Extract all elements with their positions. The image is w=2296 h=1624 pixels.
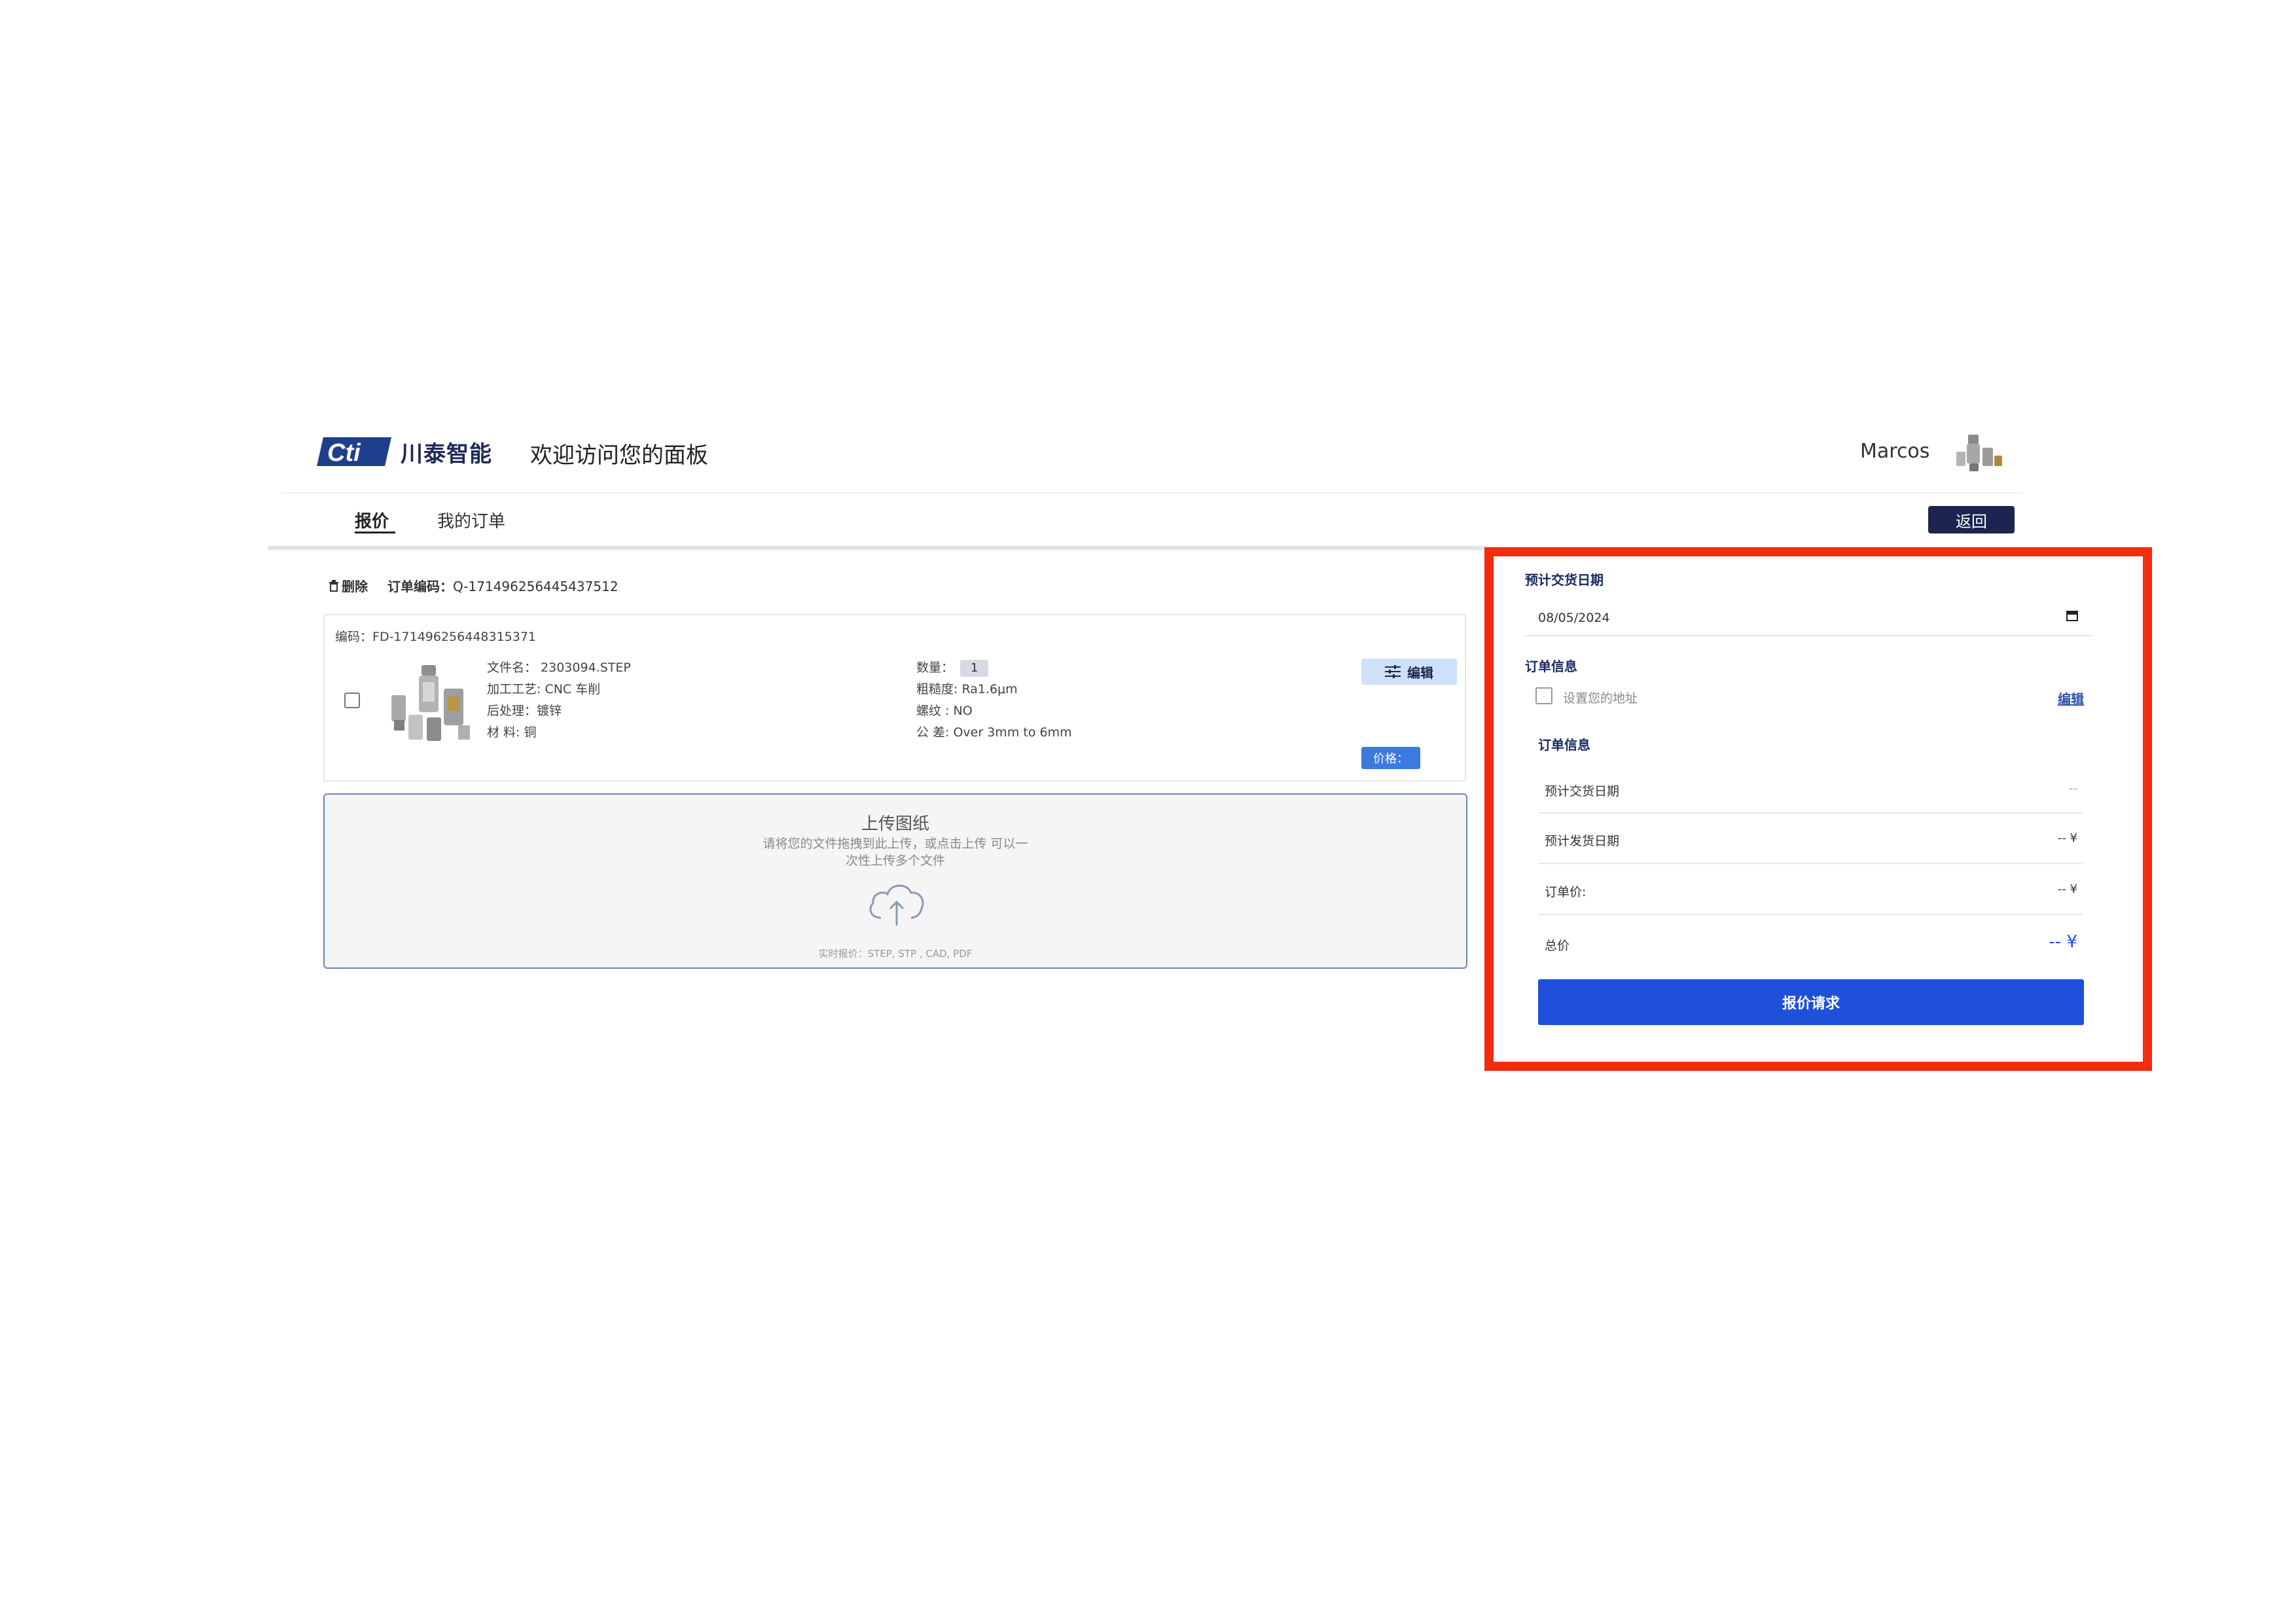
part-code-value: FD-171496256448315371 [372,630,537,644]
part-specs-right: 数量： 1 粗糙度: Ra1.6μm 螺纹 : NO 公 差: Over 3mm … [916,657,1072,744]
process: 加工工艺: CNC 车削 [487,682,601,696]
order-code-value: Q-171496256445437512 [453,579,619,594]
avatar[interactable] [1954,433,2006,473]
welcome-title: 欢迎访问您的面板 [530,442,708,469]
tolerance: 公 差: Over 3mm to 6mm [916,725,1072,740]
brand-logo: Cti 川泰智能 [314,432,517,471]
material: 材 料: 铜 [487,725,537,740]
part-select-checkbox[interactable] [344,693,360,708]
tab-quote[interactable]: 报价 [355,508,389,532]
user-name[interactable]: Marcos [1860,440,1929,463]
summary-divider [1538,863,2083,864]
part-code: 编码：FD-171496256448315371 [335,627,536,645]
quantity-label: 数量： [916,660,954,675]
part-code-label: 编码： [335,630,373,644]
address-label: 设置您的地址 [1563,691,1638,706]
delete-label: 删除 [342,579,368,594]
delivery-date-input[interactable] [1525,600,2092,636]
back-button[interactable]: 返回 [1928,506,2015,533]
summary-divider [1538,914,2083,915]
svg-text:Cti: Cti [327,439,361,467]
part-specs-left: 文件名： 2303094.STEP 加工工艺: CNC 车削 后处理：镀锌 材 … [487,657,631,744]
file-name: 文件名： 2303094.STEP [487,660,631,675]
request-quote-button[interactable]: 报价请求 [1538,979,2084,1025]
unit-price-label: 订单价: [1545,885,1587,899]
address-checkbox[interactable] [1535,687,1552,704]
delivery-date-label: 预计交货日期 [1525,572,1604,588]
header-divider [281,492,2022,494]
summary-label: 订单信息 [1538,737,1590,753]
delete-button[interactable]: 删除 [329,576,368,595]
part-thumbnail [391,665,470,741]
order-info-label: 订单信息 [1525,659,1577,674]
summary-divider [1538,812,2083,814]
cti-logo-icon: Cti [317,437,391,467]
post-process: 后处理：镀锌 [487,704,562,718]
trash-icon [329,579,338,592]
unit-price-value: -- ¥ [2057,882,2077,896]
upload-hint-line1: 请将您的文件拖拽到此上传，或点击上传 可以一 [762,837,1028,851]
upload-hint: 请将您的文件拖拽到此上传，或点击上传 可以一 次性上传多个文件 [323,835,1467,869]
sliders-icon [1385,665,1401,678]
cloud-upload-icon[interactable] [865,877,928,928]
quantity-value[interactable]: 1 [960,660,989,677]
roughness: 粗糙度: Ra1.6μm [916,682,1018,696]
calendar-icon[interactable] [2066,609,2079,622]
tab-my-orders[interactable]: 我的订单 [437,508,505,532]
est-ship-value: -- ¥ [2057,831,2077,845]
upload-formats: 实时报价：STEP, STP , CAD, PDF [818,948,973,960]
edit-part-button[interactable]: 编辑 [1361,659,1457,685]
delivery-date-value: 08/05/2024 [1538,611,1610,625]
est-delivery-label: 预计交货日期 [1545,784,1620,799]
price-badge[interactable]: 价格： [1361,747,1420,769]
brand-name: 川泰智能 [401,441,492,467]
quantity-row: 数量： 1 [916,657,1072,679]
upload-title: 上传图纸 [861,814,929,834]
total-price-value: -- ¥ [2049,932,2077,952]
est-delivery-value: -- [2069,782,2077,795]
order-code: 订单编码：Q-171496256445437512 [387,576,619,595]
upload-hint-line2: 次性上传多个文件 [845,854,945,868]
edit-part-label: 编辑 [1407,664,1433,681]
nav-divider [268,546,1486,549]
order-code-label: 订单编码： [387,579,453,594]
total-price-label: 总价 [1545,939,1570,953]
est-ship-label: 预计发货日期 [1545,834,1620,848]
active-tab-indicator [355,532,395,533]
edit-address-link[interactable]: 编辑 [2058,689,2084,708]
thread: 螺纹 : NO [916,704,973,718]
